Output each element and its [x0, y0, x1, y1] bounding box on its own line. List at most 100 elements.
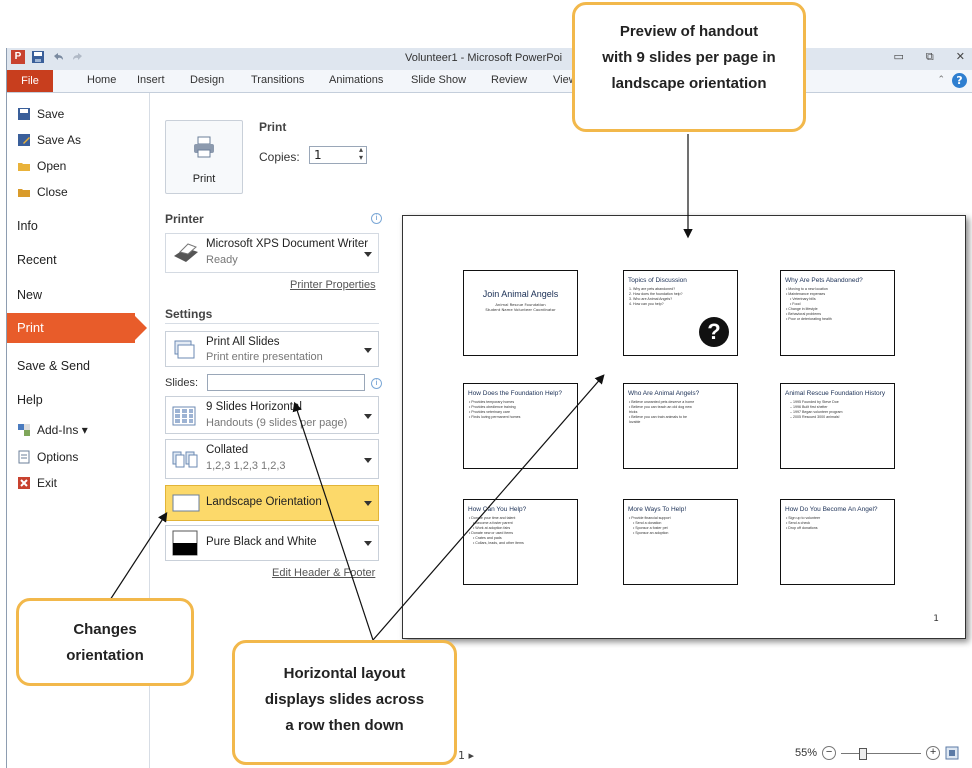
layout-sub: Handouts (9 slides per page): [206, 417, 348, 429]
tab-design[interactable]: Design: [190, 74, 224, 86]
callout-line: Changes: [73, 621, 137, 638]
tab-home[interactable]: Home: [87, 74, 116, 86]
redo-icon[interactable]: [71, 50, 85, 64]
orientation-title: Landscape Orientation: [206, 496, 322, 508]
minimize-ribbon-icon[interactable]: ⌃: [937, 75, 945, 85]
settings-heading: Settings: [165, 307, 213, 321]
print-range-dropdown[interactable]: Print All Slides Print entire presentati…: [165, 331, 379, 367]
edit-header-footer-link[interactable]: Edit Header & Footer: [272, 567, 375, 579]
slide-line: – 2005 Rescued 3000 animals!: [790, 415, 840, 419]
preview-slide: Animal Rescue Foundation History – 1995 …: [780, 383, 895, 469]
callout-line: displays slides across: [264, 691, 425, 708]
color-arrow-icon: [364, 541, 372, 546]
copies-input[interactable]: 1 ▴ ▾: [309, 146, 367, 164]
slide-line: Student Name Volunteer Coordinator: [485, 307, 556, 312]
backstage-exit[interactable]: Exit: [17, 476, 57, 490]
backstage-save-send[interactable]: Save & Send: [17, 359, 90, 373]
preview-callout: Preview of handout with 9 slides per pag…: [572, 2, 806, 132]
collation-dropdown[interactable]: Collated 1,2,3 1,2,3 1,2,3: [165, 439, 379, 479]
callout-line: orientation: [66, 647, 144, 664]
backstage-add-ins[interactable]: Add-Ins ▾: [17, 423, 88, 437]
print-button-label: Print: [192, 173, 216, 185]
color-dropdown[interactable]: Pure Black and White: [165, 525, 379, 561]
orientation-dropdown[interactable]: Landscape Orientation: [165, 485, 379, 521]
backstage-save-as[interactable]: Save As: [17, 133, 81, 147]
slides-info-icon[interactable]: i: [371, 378, 382, 389]
collation-sub: 1,2,3 1,2,3 1,2,3: [206, 460, 286, 472]
tab-slide-show[interactable]: Slide Show: [411, 74, 466, 86]
printer-dropdown[interactable]: Microsoft XPS Document Writer Ready: [165, 233, 379, 273]
tab-transitions[interactable]: Transitions: [251, 74, 304, 86]
page-navigation[interactable]: 1 ▸: [458, 749, 474, 762]
collation-title: Collated: [206, 444, 249, 456]
slide-title: How Can You Help?: [468, 506, 527, 513]
backstage-options[interactable]: Options: [17, 450, 78, 464]
slide-line: lovable: [629, 420, 641, 424]
help-icon[interactable]: ?: [952, 73, 967, 88]
slides-icon: [174, 340, 195, 359]
layout-arrow-icon: [364, 414, 372, 419]
preview-page-number: 1: [933, 614, 939, 624]
zoom-in-icon[interactable]: +: [926, 746, 941, 760]
tab-insert[interactable]: Insert: [137, 74, 165, 86]
powerpoint-logo-icon[interactable]: P: [11, 50, 25, 64]
undo-icon[interactable]: [51, 50, 65, 64]
slide-line: • Finds loving permanent homes: [469, 415, 521, 419]
title-bar: P Volunteer1 - Microsoft PowerPoi ▭ ⧉ ✕: [7, 48, 972, 71]
zoom-level[interactable]: 55%: [795, 747, 817, 759]
backstage-add-ins-label: Add-Ins ▾: [37, 423, 88, 437]
open-folder-icon: [18, 163, 30, 171]
ribbon-tabs: File Home Insert Design Transitions Anim…: [7, 70, 972, 93]
fit-to-window-icon[interactable]: [945, 746, 959, 760]
printer-icon: [194, 136, 214, 158]
save-icon[interactable]: [31, 50, 45, 64]
backstage-print-selected[interactable]: Print: [7, 313, 147, 343]
tab-file[interactable]: File: [7, 70, 53, 92]
restore-icon[interactable]: ⧉: [926, 50, 934, 64]
print-range-arrow-icon: [364, 348, 372, 353]
backstage-open[interactable]: Open: [17, 159, 66, 173]
printer-heading: Printer: [165, 212, 204, 226]
slide-line: • Drop off donations: [786, 526, 818, 530]
backstage-help[interactable]: Help: [17, 393, 43, 407]
slide-line: • Collars, leads, and other items: [473, 541, 524, 545]
print-heading: Print: [259, 120, 287, 134]
nine-slides-grid-icon: [172, 406, 196, 426]
exit-icon: [18, 477, 30, 489]
slides-input[interactable]: [207, 374, 365, 391]
tab-animations[interactable]: Animations: [329, 74, 383, 86]
printer-name: Microsoft XPS Document Writer: [206, 238, 369, 250]
add-ins-icon: [18, 424, 30, 436]
minimize-icon[interactable]: ▭: [894, 50, 904, 64]
layout-dropdown[interactable]: 9 Slides Horizontal Handouts (9 slides p…: [165, 396, 379, 434]
quick-access-toolbar: P: [11, 50, 85, 64]
slide-title: How Does the Foundation Help?: [468, 390, 562, 397]
printer-properties-link[interactable]: Printer Properties: [290, 279, 376, 291]
backstage-save-as-label: Save As: [37, 133, 82, 147]
preview-slide: How Does the Foundation Help? • Provides…: [463, 383, 578, 469]
copies-spinner-icon[interactable]: ▴ ▾: [359, 146, 363, 162]
callout-line: Horizontal layout: [283, 665, 406, 682]
backstage-save[interactable]: Save: [17, 107, 64, 121]
backstage-close[interactable]: Close: [17, 185, 68, 199]
zoom-out-icon[interactable]: −: [822, 746, 837, 760]
slide-title: Animal Rescue Foundation History: [785, 390, 886, 397]
close-icon[interactable]: ✕: [956, 50, 965, 64]
zoom-control: 55% − +: [795, 746, 959, 760]
slide-line: • Poor or deteriorating health: [786, 317, 832, 321]
backstage-info[interactable]: Info: [17, 219, 38, 233]
zoom-slider-thumb[interactable]: [859, 748, 868, 760]
zoom-slider[interactable]: [841, 747, 922, 760]
color-title: Pure Black and White: [206, 536, 317, 548]
printer-info-icon[interactable]: i: [371, 213, 382, 224]
copies-value: 1: [314, 148, 322, 162]
tab-review[interactable]: Review: [491, 74, 527, 86]
backstage-recent[interactable]: Recent: [17, 253, 57, 267]
handout-preview: Join Animal Angels Animal Rescue Foundat…: [402, 215, 966, 639]
slide-line: Animal Rescue Foundation: [495, 302, 546, 307]
backstage-new[interactable]: New: [17, 288, 42, 302]
print-button[interactable]: Print: [165, 120, 243, 194]
preview-slide: Topics of Discussion 1. Why are pets aba…: [623, 270, 738, 356]
callout-line: landscape orientation: [611, 75, 767, 92]
slide-title: Why Are Pets Abandoned?: [785, 277, 863, 284]
